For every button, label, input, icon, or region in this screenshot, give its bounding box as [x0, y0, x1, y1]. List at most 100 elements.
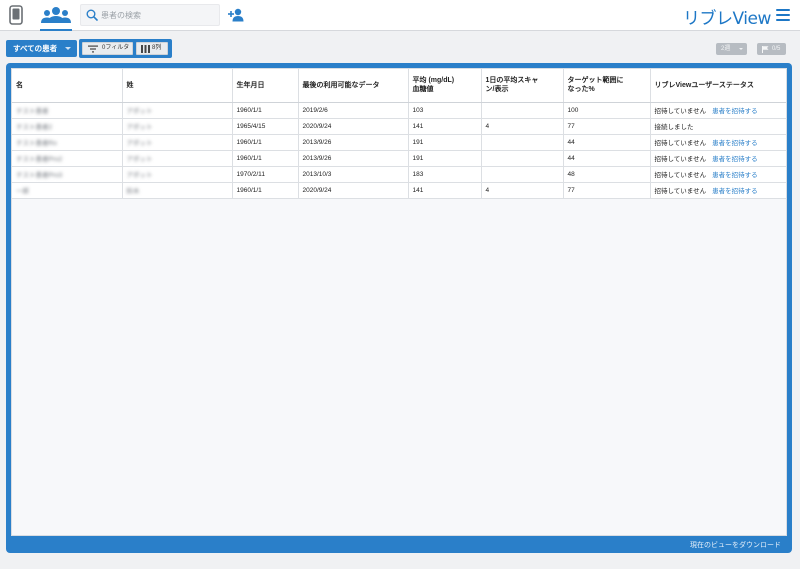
- invite-patient-link[interactable]: 患者を招待する: [712, 188, 758, 195]
- flag-label: 0/5: [772, 46, 781, 52]
- table-row[interactable]: テスト患者 アボット 1960/1/1 2019/2/6 103 100 招待していません患…: [12, 102, 786, 119]
- filter-icon: [88, 45, 98, 53]
- col-last-data-cell: 2013/9/26: [298, 150, 409, 167]
- col-target-range-cell: 100: [563, 102, 651, 119]
- filter-column-group: 0フィルタ 8列: [79, 39, 172, 58]
- col-avg-scans-cell: 4: [481, 118, 564, 135]
- flag-icon: [762, 46, 769, 53]
- col-last-name-cell: アボット: [122, 150, 233, 167]
- col-user-status-cell: 招待していません 患者を招待する: [650, 102, 786, 119]
- menu-icon[interactable]: [776, 9, 790, 21]
- columns-label: 8列: [152, 45, 162, 51]
- col-avg-glucose-header[interactable]: 平均 (mg/dL) 血糖値: [408, 69, 482, 103]
- col-first-name-cell: テスト患者Pro2: [12, 150, 123, 167]
- col-last-name-cell: アボット: [122, 134, 233, 151]
- col-target-range-header[interactable]: ターゲット範囲に なった%: [563, 69, 651, 103]
- period-dropdown[interactable]: 2週: [716, 43, 747, 55]
- col-birthdate-cell: 1960/1/1: [232, 150, 299, 167]
- col-last-name-cell: アボット: [122, 166, 233, 183]
- col-user-status-cell: 招待していません 患者を招待する: [650, 182, 786, 199]
- invite-patient-link[interactable]: 患者を招待する: [712, 140, 758, 147]
- col-avg-scans-cell: [481, 102, 564, 119]
- col-last-data-cell: 2020/9/24: [298, 118, 409, 135]
- col-target-range-cell: 48: [563, 166, 651, 183]
- col-avg-scans-cell: [481, 150, 564, 167]
- invite-patient-link[interactable]: 患者を招待する: [712, 172, 758, 179]
- filters-button[interactable]: 0フィルタ: [82, 42, 133, 55]
- col-last-data-cell: 2013/10/3: [298, 166, 409, 183]
- invite-patient-link[interactable]: 患者を招待する: [712, 156, 758, 163]
- col-avg-scans-header[interactable]: 1日の平均スキャ ン/表示: [481, 69, 564, 103]
- col-user-status-cell: 招待していません 患者を招待する: [650, 150, 786, 167]
- col-birthdate-cell: 1965/4/15: [232, 118, 299, 135]
- device-icon[interactable]: [9, 5, 23, 25]
- all-patients-label: すべての患者: [13, 44, 58, 53]
- status-text: 招待していません: [654, 140, 707, 147]
- flag-filter-button[interactable]: 0/5: [757, 43, 786, 55]
- all-patients-dropdown[interactable]: すべての患者: [6, 40, 77, 57]
- invite-patient-link[interactable]: 患者を招待する: [712, 108, 758, 115]
- col-avg-glucose-cell: 141: [408, 182, 482, 199]
- col-last-name-header[interactable]: 姓: [122, 69, 233, 103]
- download-view-link[interactable]: 現在のビューをダウンロード: [690, 540, 781, 550]
- col-target-range-cell: 77: [563, 182, 651, 199]
- col-user-status-header[interactable]: リブレViewユーザーステータス: [650, 69, 786, 103]
- period-label: 2週: [721, 46, 731, 52]
- table-header-row: 名姓生年月日 最後の利用可能なデータ 平均 (mg/dL) 血糖値 1日の平均スキャ …: [12, 69, 786, 103]
- col-first-name-header[interactable]: 名: [12, 69, 123, 103]
- status-text: 招待していません: [654, 156, 707, 163]
- col-birthdate-header[interactable]: 生年月日: [232, 69, 299, 103]
- filters-label: 0フィルタ: [102, 45, 130, 51]
- table-row[interactable]: テスト患者2 アボット 1965/4/15 2020/9/24 141 4 77 接続しました: [12, 118, 786, 135]
- search-box[interactable]: [80, 4, 220, 26]
- col-last-data-cell: 2019/2/6: [298, 102, 409, 119]
- search-icon: [86, 9, 98, 21]
- table-row[interactable]: テスト患者Ro アボット 1960/1/1 2013/9/26 191 44 招待していませ…: [12, 134, 786, 151]
- patients-icon: [41, 7, 71, 23]
- top-bar: リブレView: [0, 0, 800, 31]
- patient-table: 名姓生年月日 最後の利用可能なデータ 平均 (mg/dL) 血糖値 1日の平均スキャ …: [12, 69, 786, 199]
- table-row[interactable]: テスト患者Pro2 アボット 1960/1/1 2013/9/26 191 44 招待してい…: [12, 150, 786, 167]
- col-avg-glucose-cell: 141: [408, 118, 482, 135]
- col-first-name-cell: テスト患者Pro3: [12, 166, 123, 183]
- status-text: 招待していません: [654, 108, 707, 115]
- col-birthdate-cell: 1970/2/11: [232, 166, 299, 183]
- col-first-name-cell: 一郎: [12, 182, 123, 199]
- col-target-range-cell: 44: [563, 150, 651, 167]
- col-first-name-cell: テスト患者: [12, 102, 123, 119]
- add-user-icon[interactable]: [228, 8, 244, 22]
- chevron-down-icon: [65, 47, 71, 50]
- status-text: 招待していません: [654, 188, 707, 195]
- patient-list-panel: 名姓生年月日 最後の利用可能なデータ 平均 (mg/dL) 血糖値 1日の平均スキャ …: [6, 63, 792, 553]
- search-input[interactable]: [101, 8, 216, 23]
- col-birthdate-cell: 1960/1/1: [232, 102, 299, 119]
- table-row[interactable]: テスト患者Pro3 アボット 1970/2/11 2013/10/3 183 48 招待して…: [12, 166, 786, 183]
- patient-table-container: 名姓生年月日 最後の利用可能なデータ 平均 (mg/dL) 血糖値 1日の平均スキャ …: [11, 68, 787, 536]
- col-avg-scans-cell: [481, 134, 564, 151]
- tab-patients[interactable]: [37, 0, 75, 31]
- col-birthdate-cell: 1960/1/1: [232, 134, 299, 151]
- columns-icon: [141, 45, 150, 53]
- table-row[interactable]: 一郎 鈴木 1960/1/1 2020/9/24 141 4 77 招待していません 患者を招待…: [12, 182, 786, 199]
- status-text: 接続しました: [654, 124, 694, 131]
- col-last-data-header[interactable]: 最後の利用可能なデータ: [298, 69, 409, 103]
- col-last-name-cell: 鈴木: [122, 182, 233, 199]
- status-text: 招待していません: [654, 172, 707, 179]
- chevron-down-icon: [739, 48, 743, 50]
- col-last-data-cell: 2013/9/26: [298, 134, 409, 151]
- col-first-name-cell: テスト患者Ro: [12, 134, 123, 151]
- col-last-data-cell: 2020/9/24: [298, 182, 409, 199]
- col-last-name-cell: アボット: [122, 118, 233, 135]
- active-tab-indicator: [40, 29, 72, 31]
- columns-button[interactable]: 8列: [136, 42, 168, 55]
- brand-logo: リブレView: [683, 9, 771, 29]
- col-birthdate-cell: 1960/1/1: [232, 182, 299, 199]
- col-target-range-cell: 44: [563, 134, 651, 151]
- col-last-name-cell: アボット: [122, 102, 233, 119]
- col-avg-scans-cell: [481, 166, 564, 183]
- col-first-name-cell: テスト患者2: [12, 118, 123, 135]
- col-avg-glucose-cell: 191: [408, 150, 482, 167]
- table-body: テスト患者 アボット 1960/1/1 2019/2/6 103 100 招待していません患…: [12, 102, 786, 199]
- col-user-status-cell: 招待していません 患者を招待する: [650, 134, 786, 151]
- col-avg-scans-cell: 4: [481, 182, 564, 199]
